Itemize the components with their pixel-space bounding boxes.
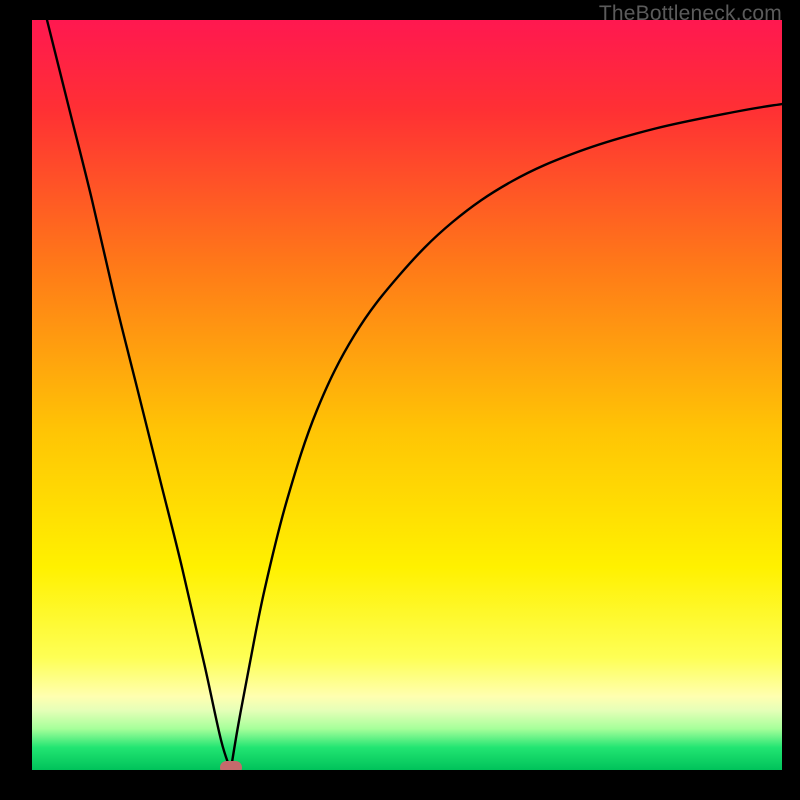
- gradient-background: [32, 20, 782, 770]
- chart-svg: [32, 20, 782, 770]
- watermark-text: TheBottleneck.com: [599, 2, 782, 26]
- minimum-marker: [220, 761, 242, 770]
- plot-area: [32, 20, 782, 770]
- chart-frame: TheBottleneck.com: [0, 0, 800, 800]
